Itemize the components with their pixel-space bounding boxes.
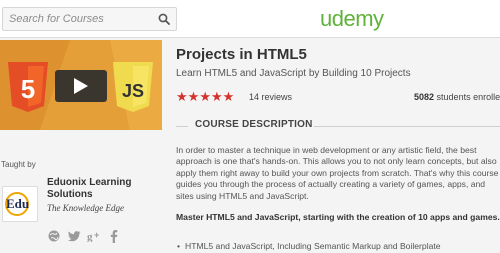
instructor-avatar[interactable]: Edu [2,186,38,222]
students-enrolled: 5082 students enrolled [414,92,500,102]
javascript-badge-icon: JS [113,62,153,112]
reviews-count[interactable]: 14 reviews [249,92,292,102]
svg-text:+: + [94,230,99,240]
html5-badge-icon: 5 [8,62,48,112]
course-subtitle: Learn HTML5 and JavaScript by Building 1… [176,68,411,79]
instructor-tagline: The Knowledge Edge [47,203,124,213]
udemy-logo[interactable]: udemy [320,6,384,32]
star-rating: ★ ★ ★ ★ ★ [176,90,234,103]
students-label: students enrolled [436,92,500,102]
section-heading: COURSE DESCRIPTION [195,119,313,130]
course-description-header: COURSE DESCRIPTION [176,119,500,133]
google-plus-icon[interactable]: g + [87,229,101,243]
facebook-icon[interactable] [107,229,121,243]
list-item: • HTML5 and JavaScript, Including Semanti… [177,241,500,251]
instructor-name[interactable]: Eduonix Learning Solutions [47,177,167,201]
description-highlight: Master HTML5 and JavaScript, starting wi… [176,212,500,222]
svg-text:5: 5 [21,74,35,104]
twitter-icon[interactable] [67,229,81,243]
search-icon [158,13,170,25]
divider [314,126,500,127]
star-icon: ★ [199,89,211,104]
instructor-social-links: g + [47,229,121,243]
list-item-text: HTML5 and JavaScript, Including Semantic… [185,241,441,251]
bullet-icon: • [177,241,181,251]
taught-by-label: Taught by [1,160,36,169]
svg-text:Edu: Edu [6,196,29,211]
course-title: Projects in HTML5 [176,46,307,63]
divider [176,126,188,127]
play-icon[interactable] [55,70,107,102]
svg-text:g: g [87,231,93,242]
globe-icon[interactable] [47,229,61,243]
star-icon: ★ [187,89,200,104]
search-box [2,7,177,31]
star-icon: ★ [210,89,223,104]
star-icon: ★ [222,89,235,104]
svg-text:JS: JS [122,81,144,101]
description-paragraph: In order to master a technique in web de… [176,145,499,201]
search-button[interactable] [152,8,176,30]
course-promo-video[interactable]: 5 JS [0,40,162,130]
students-count: 5082 [414,92,435,102]
star-icon: ★ [176,89,188,104]
search-input[interactable] [3,8,151,30]
site-header: udemy [0,0,500,38]
